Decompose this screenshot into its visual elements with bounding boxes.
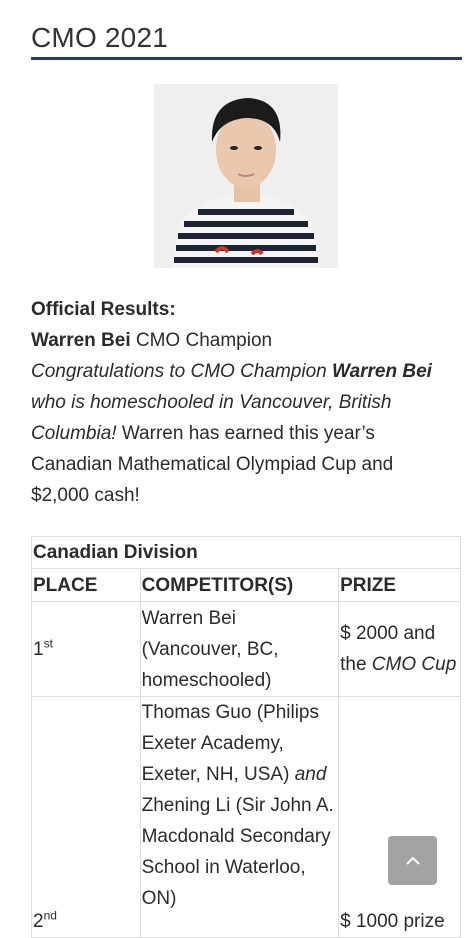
header-place: PLACE [31, 568, 141, 602]
prize-cell: $ 2000 and the CMO Cup [338, 601, 461, 697]
title-divider [31, 57, 462, 60]
results-heading: Official Results: [31, 299, 176, 320]
page-title: CMO 2021 [31, 22, 168, 53]
prize-cell: $ 1000 prize [338, 696, 461, 938]
competitor-cell: Warren Bei (Vancouver, BC, homeschooled) [139, 601, 340, 697]
competitor-cell: Thomas Guo (Philips Exeter Academy, Exet… [139, 696, 340, 938]
congrats-prefix: Congratulations to CMO Champion [31, 361, 332, 382]
header-competitor: COMPETITOR(S) [139, 568, 340, 602]
champion-name: Warren Bei [31, 330, 131, 351]
table-row: 1st Warren Bei (Vancouver, BC, homeschoo… [31, 601, 461, 697]
table-row: 2nd Thomas Guo (Philips Exeter Academy, … [31, 696, 461, 938]
competitor-a: Thomas Guo (Philips Exeter Academy, Exet… [141, 702, 319, 785]
place-cell: 1st [31, 601, 141, 697]
table-caption: Canadian Division [31, 536, 461, 569]
champion-photo-image [154, 84, 338, 268]
place-number: 2 [33, 911, 44, 932]
competitor-b: Zhening Li (Sir John A. Macdonald Second… [141, 795, 334, 909]
congrats-name: Warren Bei [331, 361, 432, 382]
place-number: 1 [33, 638, 44, 660]
competitor-and: and [294, 764, 327, 785]
header-prize: PRIZE [338, 568, 461, 602]
prize-cup: CMO Cup [371, 654, 457, 675]
champion-photo [154, 84, 338, 268]
place-cell: 2nd [31, 696, 141, 938]
official-results: Official Results: Warren Bei CMO Champio… [31, 294, 456, 511]
scroll-to-top-button[interactable] [388, 836, 437, 885]
place-suffix: st [43, 636, 53, 651]
champion-title: CMO Champion [130, 330, 273, 351]
chevron-up-icon [405, 856, 420, 865]
